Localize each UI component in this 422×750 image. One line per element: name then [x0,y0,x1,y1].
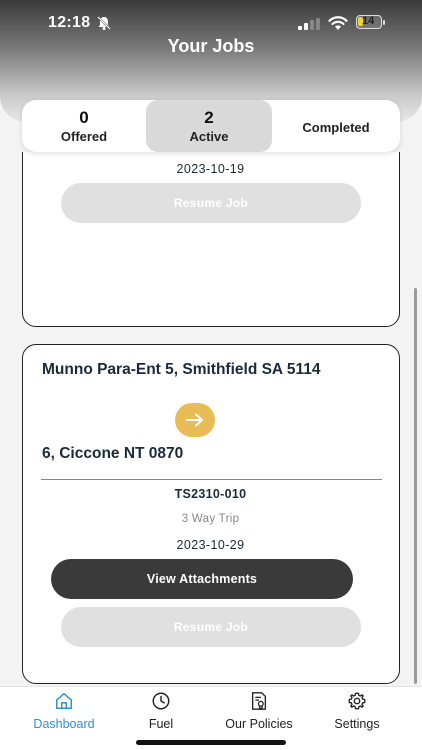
nav-label: Settings [334,717,380,731]
tab-count: 2 [204,107,214,127]
tab-offered[interactable]: 0 Offered [22,100,146,152]
tab-completed[interactable]: Completed [272,100,400,152]
nav-label: Dashboard [33,717,95,731]
tab-count: 0 [79,107,89,127]
job-card: 2023-10-19 Resume Job [22,152,400,327]
tab-label: Completed [302,119,370,135]
home-indicator [136,740,286,745]
job-tabs: 0 Offered 2 Active Completed [22,100,400,152]
bottom-nav: Dashboard Fuel Our Policies Settings [0,686,422,750]
battery-icon: 14 [356,15,382,29]
divider [41,479,382,480]
gear-icon [348,692,366,710]
bell-muted-icon [97,16,111,30]
resume-job-button[interactable]: Resume Job [61,607,361,647]
home-icon [56,693,73,709]
job-card: Munno Para-Ent 5, Smithfield SA 5114 6, … [22,344,400,684]
job-id: TS2310-010 [174,487,247,501]
job-date: 2023-10-19 [176,162,245,176]
nav-settings[interactable]: Settings [312,689,402,731]
trip-type: 3 Way Trip [181,513,240,525]
view-attachments-button[interactable]: View Attachments [51,559,353,599]
status-time: 12:18 [48,14,91,31]
nav-our-policies[interactable]: Our Policies [214,689,304,731]
tab-label: Active [189,128,229,144]
job-destination: 6, Ciccone NT 0870 [42,445,184,462]
job-date: 2023-10-29 [176,538,245,552]
job-origin: Munno Para-Ent 5, Smithfield SA 5114 [42,361,321,378]
tab-active[interactable]: 2 Active [146,100,272,152]
signal-icon [298,18,320,30]
page-title: Your Jobs [167,36,255,56]
resume-job-button[interactable]: Resume Job [61,183,361,223]
nav-dashboard[interactable]: Dashboard [19,689,109,731]
nav-fuel[interactable]: Fuel [116,689,206,731]
nav-label: Our Policies [225,717,293,731]
wifi-icon [328,16,348,30]
arrow-right-icon [175,403,215,437]
scrollbar[interactable] [414,288,417,684]
tab-label: Offered [60,128,108,144]
clock-icon [152,692,170,710]
jobs-list[interactable]: 2023-10-19 Resume Job Munno Para-Ent 5, … [0,152,422,686]
battery-level: 14 [362,15,375,27]
nav-label: Fuel [148,717,174,731]
policy-document-icon [251,692,267,710]
